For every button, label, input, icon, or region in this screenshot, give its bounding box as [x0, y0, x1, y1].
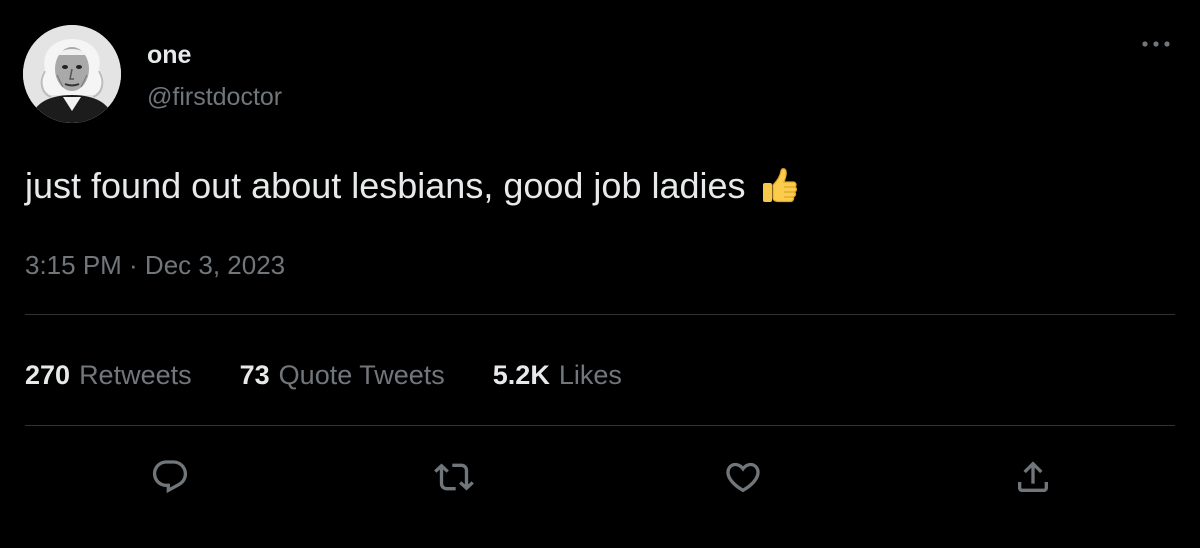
avatar[interactable] [23, 25, 121, 123]
tweet-stats: 270 Retweets 73 Quote Tweets 5.2K Likes [25, 355, 670, 395]
avatar-portrait-image [23, 25, 121, 123]
reply-button[interactable] [145, 452, 195, 502]
reply-icon [152, 460, 188, 494]
author-handle[interactable]: @firstdoctor [147, 82, 282, 112]
like-button[interactable] [718, 452, 768, 502]
retweets-count: 270 [25, 360, 71, 390]
thumbs-up-icon [760, 166, 800, 219]
likes-label: Likes [558, 360, 622, 390]
retweet-button[interactable] [429, 452, 479, 502]
more-options-icon [1142, 41, 1170, 47]
quote-tweets-label: Quote Tweets [278, 360, 445, 390]
retweet-icon [434, 463, 474, 491]
likes-stat[interactable]: 5.2K Likes [493, 357, 622, 393]
more-options-button[interactable] [1134, 30, 1178, 58]
share-icon [1018, 461, 1048, 492]
tweet-text: just found out about lesbians, good job … [25, 165, 746, 206]
tweet-timestamp[interactable]: 3:15 PM · Dec 3, 2023 [25, 248, 285, 282]
quote-tweets-stat[interactable]: 73 Quote Tweets [240, 357, 445, 393]
divider [25, 425, 1175, 426]
author-display-name[interactable]: one [147, 40, 191, 70]
retweets-stat[interactable]: 270 Retweets [25, 357, 192, 393]
divider [25, 314, 1175, 315]
quote-tweets-count: 73 [239, 360, 270, 390]
retweets-label: Retweets [79, 360, 192, 390]
heart-icon [726, 462, 760, 493]
share-button[interactable] [1008, 452, 1058, 502]
tweet-text-container: just found out about lesbians, good job … [25, 161, 800, 219]
likes-count: 5.2K [492, 360, 550, 390]
